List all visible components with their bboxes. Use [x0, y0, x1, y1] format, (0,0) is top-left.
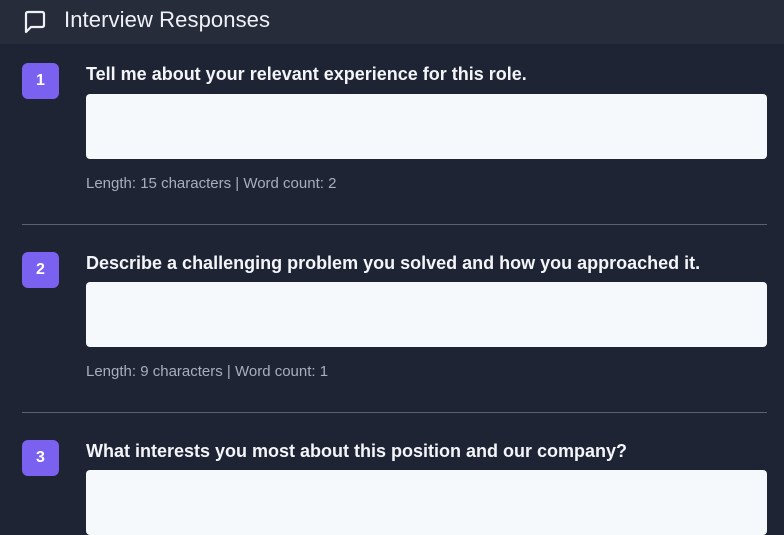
question-number-badge: 1 [22, 63, 59, 99]
answer-stats: Length: 15 characters | Word count: 2 [86, 175, 337, 192]
chat-bubble-icon [22, 9, 48, 35]
answer-input[interactable] [86, 470, 767, 535]
question-text: Tell me about your relevant experience f… [86, 64, 527, 84]
question-number-badge: 2 [22, 252, 59, 288]
question-number-badge: 3 [22, 440, 59, 476]
divider [22, 412, 767, 413]
answer-stats: Length: 9 characters | Word count: 1 [86, 363, 329, 380]
header-bar: Interview Responses [0, 0, 784, 44]
question-text: What interests you most about this posit… [86, 441, 628, 461]
question-text: Describe a challenging problem you solve… [86, 253, 701, 273]
divider [22, 224, 767, 225]
answer-input[interactable] [86, 94, 767, 159]
page-title: Interview Responses [64, 7, 271, 32]
answer-input[interactable] [86, 282, 767, 347]
